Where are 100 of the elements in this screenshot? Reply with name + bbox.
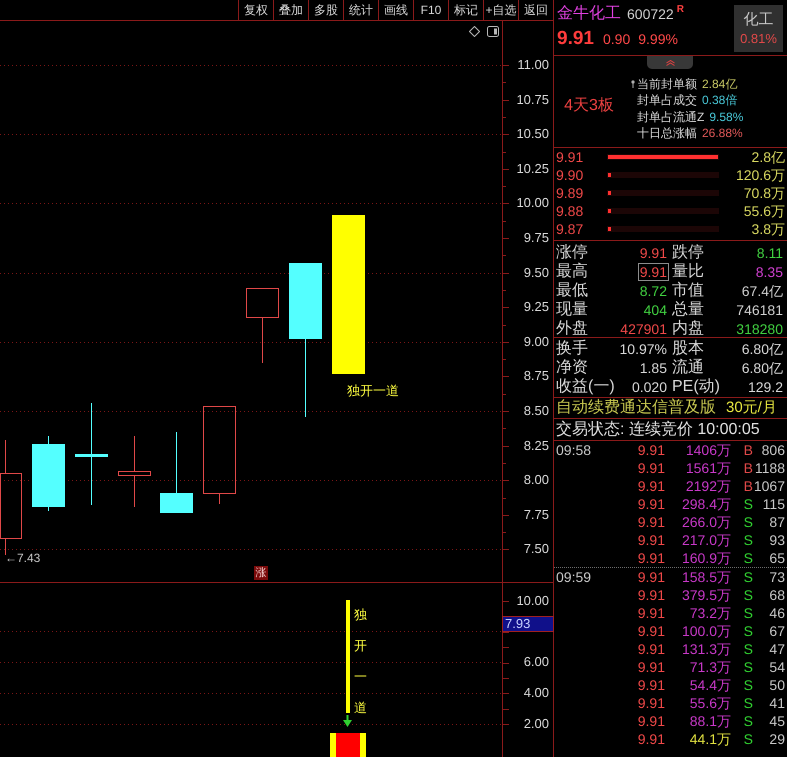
trade-side: S (744, 496, 753, 512)
stat-value: 6.80亿 (740, 340, 784, 356)
axis-label: 10.00 (516, 195, 549, 212)
tick-price: 9.91 (638, 550, 665, 566)
tick-price: 9.91 (638, 587, 665, 603)
change-percent: 9.99% (638, 30, 678, 48)
trade-side: S (744, 569, 753, 585)
tick-volume: 73.2万 (690, 605, 731, 621)
stat-value: 129.2 (746, 378, 784, 394)
tick-volume: 298.4万 (682, 496, 731, 512)
trade-count: 67 (769, 623, 785, 639)
stat-label: 跌停 (672, 244, 704, 262)
tick-volume: 88.1万 (690, 713, 731, 729)
stat-label: PE(动) (672, 378, 720, 396)
trade-count: 47 (769, 641, 785, 657)
trade-side: B (744, 460, 753, 476)
bid-price: 9.90 (556, 167, 584, 183)
trade-side: S (744, 550, 753, 566)
trade-side: S (744, 713, 753, 729)
axis-label: 7.50 (524, 541, 549, 558)
axis-label: 10.50 (516, 126, 549, 142)
tick-price: 9.91 (638, 677, 665, 693)
axis-label: 7.75 (524, 506, 549, 523)
axis-label: 11.00 (517, 57, 549, 73)
axis-label: 4.00 (524, 685, 549, 701)
toolbar-button[interactable]: 返回 (518, 0, 553, 20)
sector-change: 0.81% (740, 31, 777, 46)
toolbar-button[interactable]: 叠加 (273, 0, 308, 20)
tick-time: 09:59 (556, 569, 592, 585)
stock-code: 600722 (627, 5, 674, 24)
stat-label: 市值 (672, 282, 704, 300)
trade-count: 54 (769, 659, 785, 675)
tick-time: 09:58 (556, 442, 592, 458)
sector-card[interactable]: 化工 0.81% (734, 5, 783, 52)
tick-volume: 100.0万 (682, 623, 731, 639)
collapse-button[interactable] (647, 56, 693, 69)
axis-label: 8.75 (524, 368, 549, 384)
tick-price: 9.91 (638, 731, 665, 747)
promo-price: 30元/月 (726, 399, 777, 417)
tick-volume: 131.3万 (682, 641, 731, 657)
tick-price: 9.91 (638, 713, 665, 729)
diamond-icon[interactable] (469, 26, 480, 37)
toolbar-button[interactable]: 标记 (448, 0, 483, 20)
tick-price: 9.91 (638, 442, 665, 458)
stat-value: 427901 (619, 320, 668, 338)
axis-label: 8.00 (524, 472, 549, 488)
axis-label: 8.25 (524, 438, 549, 454)
bid-price: 9.89 (556, 185, 584, 201)
trade-count: 87 (769, 514, 785, 530)
tick-volume: 55.6万 (690, 695, 731, 711)
seal-label: 十日总涨幅 (637, 126, 697, 142)
bid-volume: 55.6万 (744, 203, 785, 219)
tick-volume: 379.5万 (682, 587, 731, 603)
trade-count: 46 (769, 605, 785, 621)
toolbar-button[interactable]: 统计 (343, 0, 378, 20)
limit-up-badge: 涨 (254, 566, 268, 580)
stat-label: 最高 (556, 262, 588, 280)
down-arrow-icon (343, 715, 352, 727)
axis-label: 10.25 (516, 160, 549, 177)
seal-value: 0.38倍 (702, 93, 738, 108)
toolbar-button[interactable]: 多股 (308, 0, 343, 20)
tick-volume: 266.0万 (682, 514, 731, 530)
sector-name: 化工 (744, 11, 774, 28)
stat-label: 流通 (672, 358, 704, 376)
stat-value: 9.91 (638, 244, 668, 262)
vertical-signal-label: 独开一道 (354, 606, 367, 717)
stat-value: 318280 (735, 320, 784, 338)
last-price: 9.91 (557, 28, 594, 50)
bid-price: 9.87 (556, 221, 584, 237)
seal-label: 当前封单额 (637, 76, 697, 92)
tick-price: 9.91 (638, 641, 665, 657)
stat-value: 10.97% (618, 340, 668, 356)
trade-count: 73 (769, 569, 785, 585)
tick-volume: 2192万 (686, 478, 731, 494)
stat-label: 净资 (556, 358, 588, 376)
sidebar-toggle-icon[interactable] (487, 26, 499, 37)
signal-label: 独开一道 (347, 383, 399, 399)
stat-value: 67.4亿 (740, 282, 784, 300)
trade-count: 29 (769, 731, 785, 747)
trade-side: S (744, 623, 753, 639)
trade-side: B (744, 442, 753, 458)
trade-count: 45 (769, 713, 785, 729)
tick-price: 9.91 (638, 514, 665, 530)
seal-label: 封单占成交 (637, 93, 697, 108)
axis-label: 2.00 (524, 716, 549, 732)
low-price-marker: ←7.43 (5, 551, 40, 566)
signal-block (330, 733, 366, 757)
tick-volume: 158.5万 (682, 569, 731, 585)
toolbar-button[interactable]: +自选 (483, 0, 518, 20)
tick-price: 9.91 (638, 496, 665, 512)
axis-label: 9.75 (524, 230, 549, 246)
promo-link[interactable]: 自动续费通达信普及版 (556, 399, 716, 417)
trade-side: S (744, 731, 753, 747)
trade-count: 93 (769, 532, 785, 548)
stat-value: 9.91 (638, 262, 669, 280)
trade-side: S (744, 532, 753, 548)
trade-side: S (744, 605, 753, 621)
toolbar-button[interactable]: 画线 (378, 0, 413, 20)
toolbar-button[interactable]: 复权 (238, 0, 273, 20)
toolbar-button[interactable]: F10 (413, 0, 448, 20)
